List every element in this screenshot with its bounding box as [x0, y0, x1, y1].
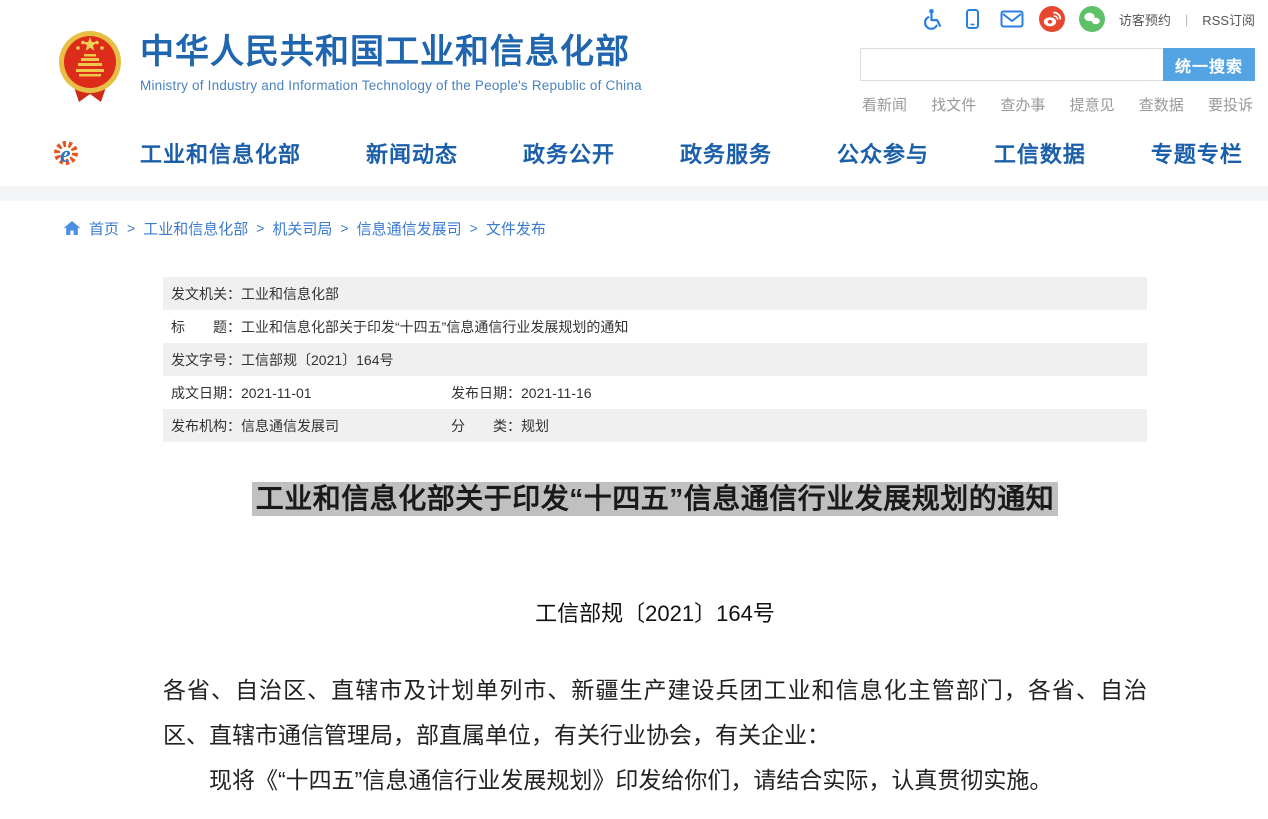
- quick-link-news[interactable]: 看新闻: [862, 94, 907, 115]
- wechat-icon[interactable]: [1079, 6, 1105, 32]
- site-brand[interactable]: 中华人民共和国工业和信息化部 Ministry of Industry and …: [57, 26, 642, 106]
- mail-icon[interactable]: [999, 6, 1025, 32]
- home-icon[interactable]: [63, 220, 81, 236]
- quick-link-feedback[interactable]: 提意见: [1070, 94, 1115, 115]
- article-doc-number: 工信部规〔2021〕164号: [163, 596, 1147, 628]
- national-emblem-icon: [57, 26, 123, 106]
- weibo-icon[interactable]: [1039, 6, 1065, 32]
- quick-link-data[interactable]: 查数据: [1139, 94, 1184, 115]
- quick-link-complaint[interactable]: 要投诉: [1208, 94, 1253, 115]
- breadcrumb-separator: >: [256, 220, 264, 236]
- breadcrumb-document-release[interactable]: 文件发布: [486, 218, 546, 239]
- search-input[interactable]: [860, 48, 1163, 81]
- accessibility-icon[interactable]: [919, 6, 945, 32]
- nav-divider-strip: [0, 186, 1268, 201]
- breadcrumb-separator: >: [127, 220, 135, 236]
- meta-value: 工业和信息化部关于印发“十四五”信息通信行业发展规划的通知: [241, 317, 628, 337]
- article-paragraph-recipients: 各省、自治区、直辖市及计划单列市、新疆生产建设兵团工业和信息化主管部门，各省、自…: [163, 668, 1147, 758]
- visitor-appointment-link[interactable]: 访客预约: [1119, 10, 1171, 29]
- brand-text: 中华人民共和国工业和信息化部 Ministry of Industry and …: [140, 26, 642, 93]
- nav-item-news[interactable]: 新闻动态: [366, 137, 458, 169]
- article-body: 各省、自治区、直辖市及计划单列市、新疆生产建设兵团工业和信息化主管部门，各省、自…: [163, 668, 1147, 803]
- meta-value: 信息通信发展司: [241, 416, 339, 436]
- nav-item-gov-services[interactable]: 政务服务: [680, 137, 772, 169]
- doc-meta-table: 发文机关： 工业和信息化部 标 题： 工业和信息化部关于印发“十四五”信息通信行…: [163, 277, 1147, 442]
- breadcrumb-home[interactable]: 首页: [89, 218, 119, 239]
- meta-label: 发布日期：: [451, 383, 521, 403]
- meta-value: 工信部规〔2021〕164号: [241, 350, 394, 370]
- quick-links: 看新闻 找文件 查办事 提意见 查数据 要投诉: [860, 94, 1255, 115]
- meta-row-dates: 成文日期： 2021-11-01 发布日期： 2021-11-16: [163, 376, 1147, 409]
- utility-bar: 访客预约 | RSS订阅: [919, 6, 1255, 32]
- meta-label: 成文日期：: [171, 383, 241, 403]
- unified-search-button[interactable]: 统一搜索: [1163, 48, 1255, 81]
- meta-row-publisher-category: 发布机构： 信息通信发展司 分 类： 规划: [163, 409, 1147, 442]
- rss-subscribe-link[interactable]: RSS订阅: [1202, 10, 1255, 29]
- site-title: 中华人民共和国工业和信息化部: [140, 32, 642, 73]
- miit-e-logo-icon: e: [53, 136, 87, 170]
- article-paragraph-notice: 现将《“十四五”信息通信行业发展规划》印发给你们，请结合实际，认真贯彻实施。: [163, 758, 1147, 803]
- svg-text:e: e: [60, 142, 71, 168]
- meta-label: 发布机构：: [171, 416, 241, 436]
- breadcrumb: 首页 > 工业和信息化部 > 机关司局 > 信息通信发展司 > 文件发布: [0, 201, 1268, 237]
- main-nav: e 工业和信息化部 新闻动态 政务公开 政务服务 公众参与 工信数据 专题专栏: [0, 120, 1268, 186]
- meta-label: 发文机关：: [171, 284, 241, 304]
- nav-item-public-participation[interactable]: 公众参与: [837, 137, 929, 169]
- meta-row-issuing-agency: 发文机关： 工业和信息化部: [163, 277, 1147, 310]
- quick-link-services[interactable]: 查办事: [1000, 94, 1045, 115]
- meta-row-doc-number: 发文字号： 工信部规〔2021〕164号: [163, 343, 1147, 376]
- nav-item-miit-data[interactable]: 工信数据: [994, 137, 1086, 169]
- meta-value: 工业和信息化部: [241, 284, 339, 304]
- meta-value: 2021-11-01: [241, 385, 312, 401]
- nav-item-special-columns[interactable]: 专题专栏: [1151, 137, 1243, 169]
- breadcrumb-departments[interactable]: 机关司局: [272, 218, 332, 239]
- site-header: 中华人民共和国工业和信息化部 Ministry of Industry and …: [0, 0, 1268, 120]
- breadcrumb-separator: >: [340, 220, 348, 236]
- nav-item-miit[interactable]: 工业和信息化部: [140, 137, 301, 169]
- nav-items: 工业和信息化部 新闻动态 政务公开 政务服务 公众参与 工信数据 专题专栏: [0, 137, 1268, 169]
- site-subtitle: Ministry of Industry and Information Tec…: [140, 78, 642, 93]
- nav-item-gov-disclosure[interactable]: 政务公开: [523, 137, 615, 169]
- breadcrumb-miit[interactable]: 工业和信息化部: [143, 218, 248, 239]
- meta-row-title: 标 题： 工业和信息化部关于印发“十四五”信息通信行业发展规划的通知: [163, 310, 1147, 343]
- meta-label: 标 题：: [171, 317, 241, 337]
- document-content: 发文机关： 工业和信息化部 标 题： 工业和信息化部关于印发“十四五”信息通信行…: [163, 277, 1147, 803]
- topbar-divider: |: [1185, 12, 1188, 27]
- breadcrumb-ict-development[interactable]: 信息通信发展司: [357, 218, 462, 239]
- article-title: 工业和信息化部关于印发“十四五”信息通信行业发展规划的通知: [252, 482, 1059, 516]
- meta-value: 规划: [521, 416, 549, 436]
- quick-link-documents[interactable]: 找文件: [931, 94, 976, 115]
- search-cluster: 统一搜索 看新闻 找文件 查办事 提意见 查数据 要投诉: [860, 48, 1255, 115]
- meta-value: 2021-11-16: [521, 385, 592, 401]
- meta-label: 分 类：: [451, 416, 521, 436]
- breadcrumb-separator: >: [470, 220, 478, 236]
- meta-label: 发文字号：: [171, 350, 241, 370]
- mobile-icon[interactable]: [959, 6, 985, 32]
- page: 中华人民共和国工业和信息化部 Ministry of Industry and …: [0, 0, 1268, 803]
